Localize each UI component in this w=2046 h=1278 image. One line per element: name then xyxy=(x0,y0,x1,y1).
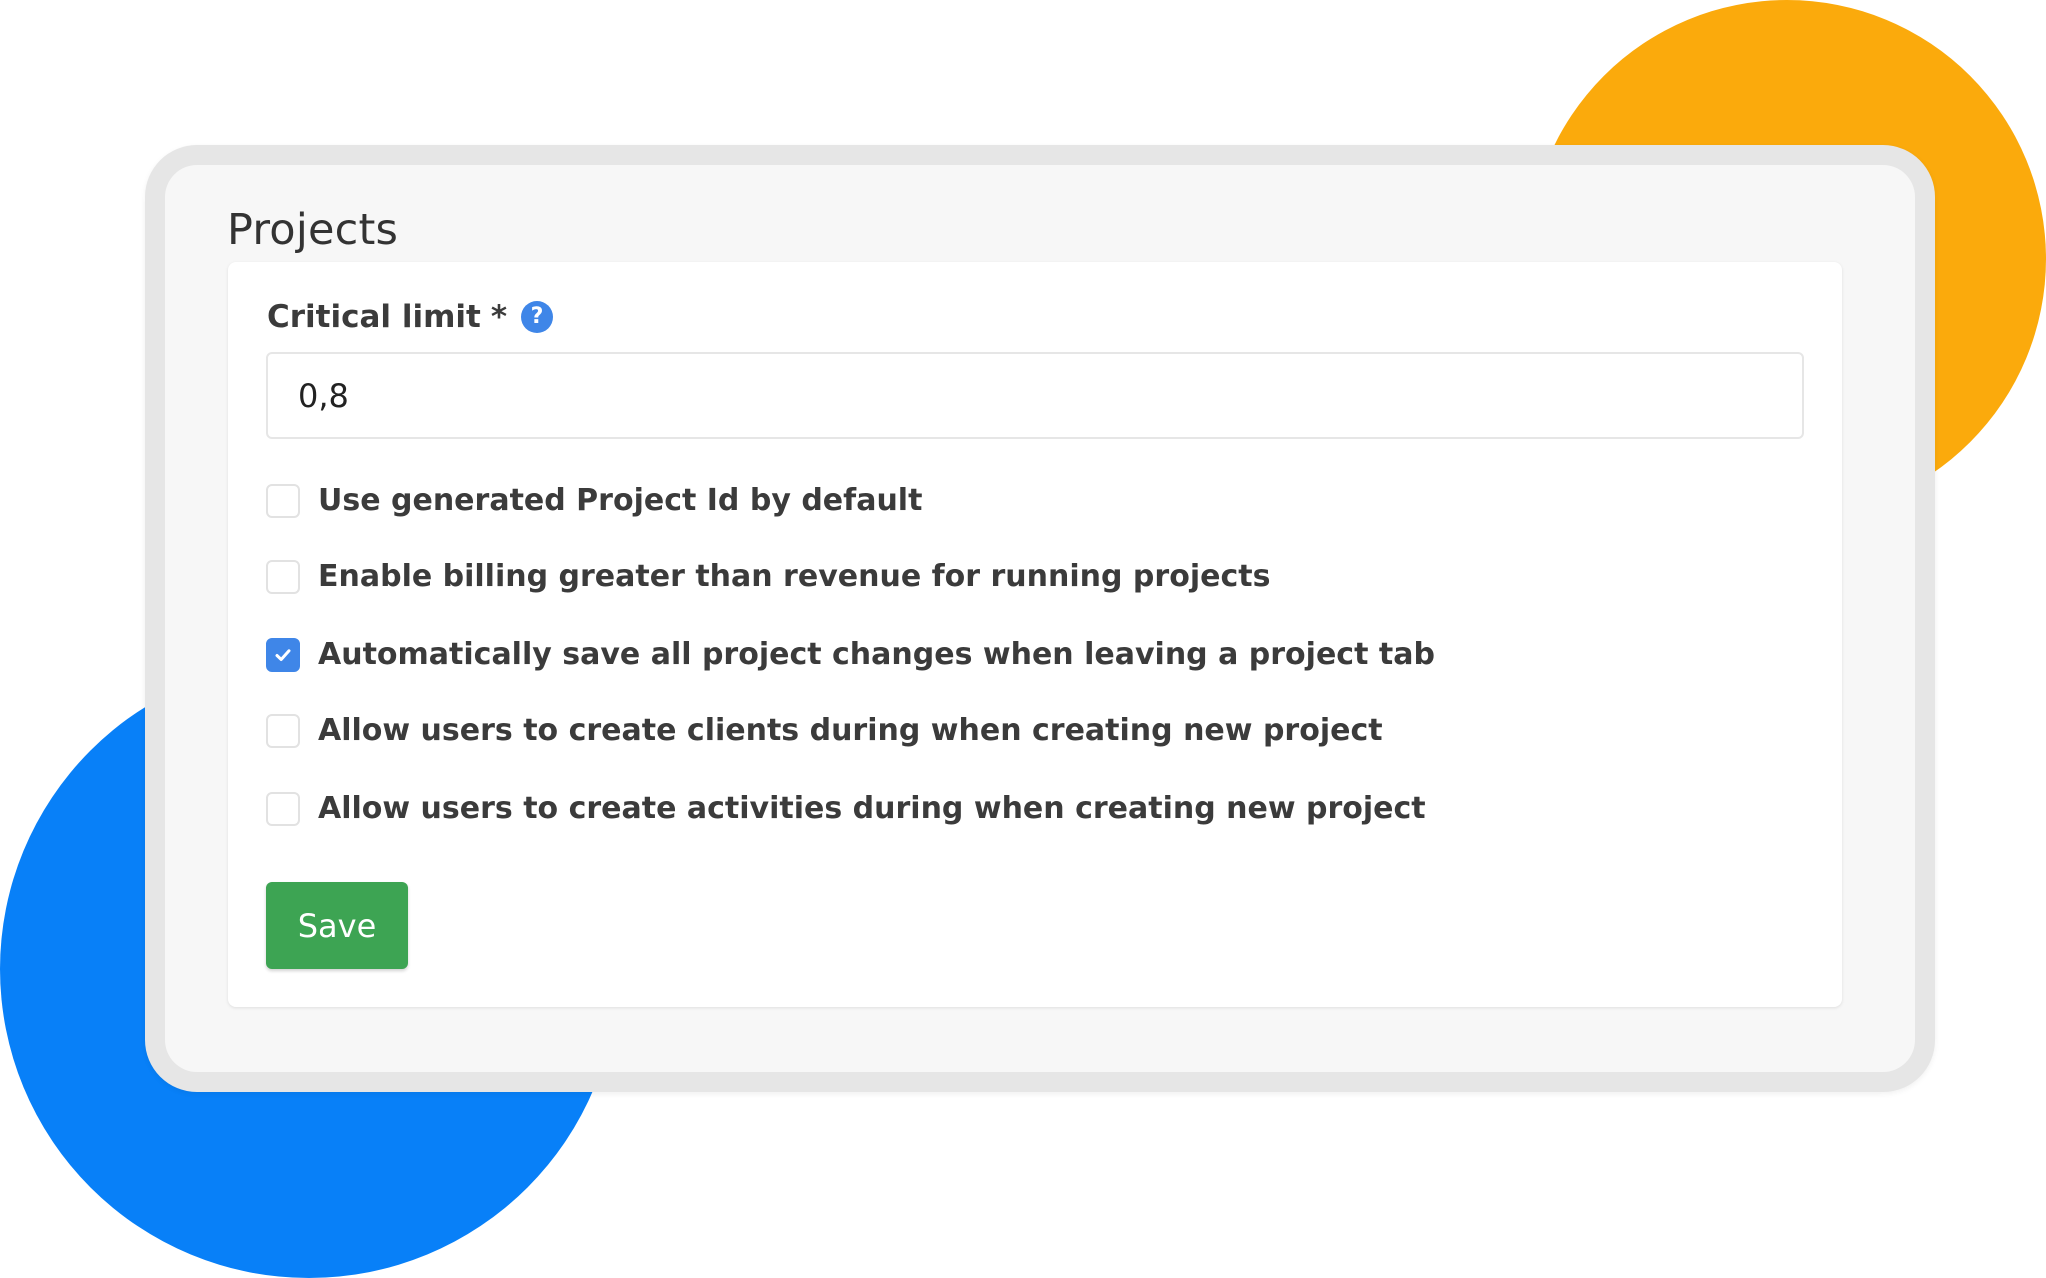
settings-window: Projects Critical limit * ? Use generate… xyxy=(145,145,1935,1092)
required-marker: * xyxy=(490,298,508,335)
option-label: Enable billing greater than revenue for … xyxy=(318,559,1271,594)
option-auto-save-project-changes[interactable]: Automatically save all project changes w… xyxy=(266,638,1435,672)
question-circle-icon[interactable]: ? xyxy=(521,301,554,333)
checkmark-icon xyxy=(275,649,291,661)
critical-limit-input[interactable] xyxy=(266,352,1804,439)
option-label: Use generated Project Id by default xyxy=(318,483,923,518)
projects-settings-card: Critical limit * ? Use generated Project… xyxy=(228,262,1842,1007)
checkbox[interactable] xyxy=(266,714,300,748)
option-label: Allow users to create activities during … xyxy=(318,791,1426,826)
checkbox[interactable] xyxy=(266,792,300,826)
checkbox[interactable] xyxy=(266,560,300,594)
checkbox[interactable] xyxy=(266,484,300,518)
critical-limit-label-text: Critical limit xyxy=(267,298,481,335)
checkbox-checked[interactable] xyxy=(266,638,300,672)
option-label: Allow users to create clients during whe… xyxy=(318,713,1383,748)
option-enable-billing-greater-than-revenue[interactable]: Enable billing greater than revenue for … xyxy=(266,560,1270,594)
option-use-generated-project-id[interactable]: Use generated Project Id by default xyxy=(266,484,922,518)
option-label: Automatically save all project changes w… xyxy=(318,637,1435,672)
save-button[interactable]: Save xyxy=(266,882,408,969)
critical-limit-label: Critical limit * ? xyxy=(267,298,554,335)
option-allow-create-clients[interactable]: Allow users to create clients during whe… xyxy=(266,714,1383,748)
page-title: Projects xyxy=(227,205,399,255)
option-allow-create-activities[interactable]: Allow users to create activities during … xyxy=(266,792,1426,826)
